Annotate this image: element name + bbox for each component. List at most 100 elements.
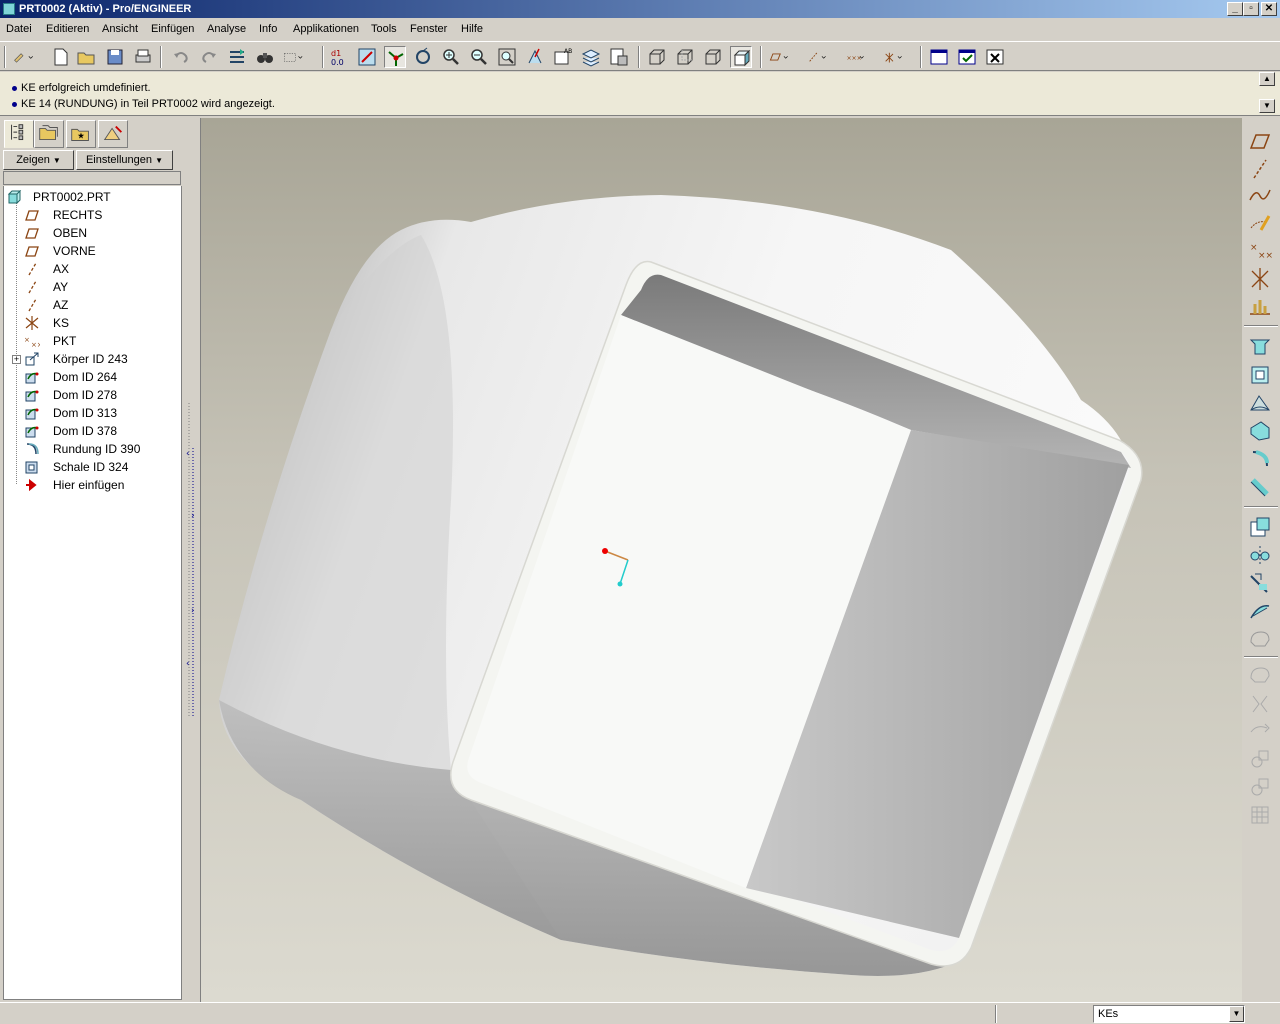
selection-box-dropdown-icon[interactable] bbox=[282, 46, 318, 68]
tree-item-koerper[interactable]: + Körper ID 243 bbox=[4, 350, 182, 368]
no-hidden-icon[interactable] bbox=[702, 46, 724, 68]
csys-tool-icon[interactable] bbox=[1247, 266, 1273, 292]
datum-display-icon[interactable]: d1 0.0 bbox=[328, 46, 350, 68]
show-dropdown[interactable]: Zeigen ▼ bbox=[3, 150, 74, 170]
settings-dropdown[interactable]: Einstellungen ▼ bbox=[76, 150, 173, 170]
axis-display-dropdown-icon[interactable] bbox=[806, 46, 842, 68]
print-icon[interactable] bbox=[132, 46, 154, 68]
menu-editieren[interactable]: Editieren bbox=[46, 23, 89, 35]
open-folder-icon[interactable] bbox=[76, 46, 98, 68]
wireframe-icon[interactable] bbox=[646, 46, 668, 68]
rib-tool-icon[interactable] bbox=[1247, 598, 1273, 624]
datum-axis-tool-icon[interactable] bbox=[1247, 156, 1273, 182]
window-close-icon[interactable] bbox=[984, 46, 1006, 68]
tree-item-ay[interactable]: AY bbox=[4, 278, 182, 296]
close-button[interactable]: ✕ bbox=[1261, 2, 1277, 16]
window-check-icon[interactable] bbox=[956, 46, 978, 68]
zoom-out-icon[interactable] bbox=[468, 46, 490, 68]
redo-icon[interactable] bbox=[198, 46, 220, 68]
scroll-up-icon[interactable]: ▲ bbox=[1259, 72, 1275, 86]
thicken-tool-icon[interactable] bbox=[1247, 746, 1273, 772]
minimize-button[interactable]: _ bbox=[1227, 2, 1243, 16]
shelled-part-model[interactable] bbox=[201, 118, 1242, 1002]
pattern-tool-icon[interactable] bbox=[1247, 802, 1273, 828]
menu-fenster[interactable]: Fenster bbox=[410, 23, 447, 35]
tree-item-oben[interactable]: OBEN bbox=[4, 224, 182, 242]
tree-item-az[interactable]: AZ bbox=[4, 296, 182, 314]
connections-tab-icon[interactable] bbox=[98, 120, 128, 148]
csys-display-dropdown-icon[interactable] bbox=[882, 46, 918, 68]
panel-splitter[interactable]: ‹ › › ‹ bbox=[185, 118, 199, 1002]
zoom-in-icon[interactable] bbox=[440, 46, 462, 68]
extend-tool-icon[interactable] bbox=[1247, 690, 1273, 716]
layers-icon[interactable] bbox=[580, 46, 602, 68]
tree-item-rechts[interactable]: RECHTS bbox=[4, 206, 182, 224]
mirror-tool-icon[interactable] bbox=[1247, 542, 1273, 568]
solidify-tool-icon[interactable] bbox=[1247, 774, 1273, 800]
new-file-icon[interactable] bbox=[50, 46, 72, 68]
menu-einfuegen[interactable]: Einfügen bbox=[151, 23, 194, 35]
tree-item-ax[interactable]: AX bbox=[4, 260, 182, 278]
tree-item-vorne[interactable]: VORNE bbox=[4, 242, 182, 260]
maximize-button[interactable]: ▫ bbox=[1243, 2, 1259, 16]
extrude-tool-icon[interactable] bbox=[1247, 334, 1273, 360]
saved-views-icon[interactable]: AB bbox=[552, 46, 574, 68]
orient-mode-icon[interactable] bbox=[412, 46, 434, 68]
favorites-tab-icon[interactable]: ★ bbox=[66, 120, 96, 148]
menu-analyse[interactable]: Analyse bbox=[207, 23, 246, 35]
sweep-tool-icon[interactable] bbox=[1247, 390, 1273, 416]
reorient-icon[interactable] bbox=[524, 46, 546, 68]
datum-plane-tool-icon[interactable] bbox=[1247, 128, 1273, 154]
tree-item-dom-264[interactable]: Dom ID 264 bbox=[4, 368, 182, 386]
undo-icon[interactable] bbox=[170, 46, 192, 68]
blend-tool-icon[interactable] bbox=[1247, 418, 1273, 444]
tree-item-pkt[interactable]: × ×× PKT bbox=[4, 332, 182, 350]
menu-info[interactable]: Info bbox=[259, 23, 277, 35]
menu-tools[interactable]: Tools bbox=[371, 23, 397, 35]
scroll-down-icon[interactable]: ▼ bbox=[1259, 99, 1275, 113]
splitter-grip[interactable]: ‹ › › ‹ bbox=[185, 118, 199, 1002]
tree-item-rundung[interactable]: Rundung ID 390 bbox=[4, 440, 182, 458]
selection-filter-dropdown[interactable]: KEs ▼ bbox=[1093, 1005, 1245, 1023]
save-icon[interactable] bbox=[104, 46, 126, 68]
menu-ansicht[interactable]: Ansicht bbox=[102, 23, 138, 35]
expand-plus-icon[interactable]: + bbox=[12, 355, 21, 364]
point-display-dropdown-icon[interactable]: ××× bbox=[844, 46, 880, 68]
new-dropdown-icon[interactable] bbox=[12, 46, 46, 68]
tree-item-ks[interactable]: KS bbox=[4, 314, 182, 332]
model-setup-icon[interactable] bbox=[608, 46, 630, 68]
datum-point-tool-icon[interactable]: × ×× bbox=[1247, 238, 1273, 264]
offset-tool-icon[interactable] bbox=[1247, 718, 1273, 744]
hidden-line-icon[interactable] bbox=[674, 46, 696, 68]
chevron-down-icon[interactable]: ▼ bbox=[1229, 1006, 1244, 1022]
spin-center-icon[interactable] bbox=[384, 46, 406, 68]
revolve-tool-icon[interactable] bbox=[1247, 362, 1273, 388]
menu-applikationen[interactable]: Applikationen bbox=[293, 23, 359, 35]
draft-tool-icon[interactable] bbox=[1247, 570, 1273, 596]
folder-browser-tab-icon[interactable] bbox=[34, 120, 64, 148]
sketch-tool-icon[interactable] bbox=[1247, 210, 1273, 236]
tree-item-dom-278[interactable]: Dom ID 278 bbox=[4, 386, 182, 404]
window-activate-icon[interactable] bbox=[928, 46, 950, 68]
round-tool-icon[interactable] bbox=[1247, 446, 1273, 472]
tree-item-insert-here[interactable]: Hier einfügen bbox=[4, 476, 182, 494]
tree-item-dom-313[interactable]: Dom ID 313 bbox=[4, 404, 182, 422]
hole-tool-icon[interactable] bbox=[1247, 514, 1273, 540]
menu-hilfe[interactable]: Hilfe bbox=[461, 23, 483, 35]
tree-item-schale[interactable]: Schale ID 324 bbox=[4, 458, 182, 476]
analysis-tool-icon[interactable] bbox=[1247, 294, 1273, 320]
shading-icon[interactable] bbox=[730, 46, 752, 68]
menu-datei[interactable]: Datei bbox=[6, 23, 32, 35]
tree-item-part[interactable]: PRT0002.PRT bbox=[4, 188, 182, 206]
graphics-viewport[interactable] bbox=[200, 118, 1242, 1002]
refit-icon[interactable] bbox=[496, 46, 518, 68]
regenerate-icon[interactable] bbox=[226, 46, 248, 68]
chamfer-tool-icon[interactable] bbox=[1247, 474, 1273, 500]
plane-display-dropdown-icon[interactable] bbox=[768, 46, 804, 68]
find-binoculars-icon[interactable] bbox=[254, 46, 276, 68]
surface-merge-tool-icon[interactable] bbox=[1247, 626, 1273, 652]
repaint-icon[interactable] bbox=[356, 46, 378, 68]
model-tree-tab-icon[interactable] bbox=[4, 120, 34, 148]
message-scrollbar[interactable]: ▲ ▼ bbox=[1259, 72, 1275, 116]
datum-curve-tool-icon[interactable] bbox=[1247, 182, 1273, 208]
